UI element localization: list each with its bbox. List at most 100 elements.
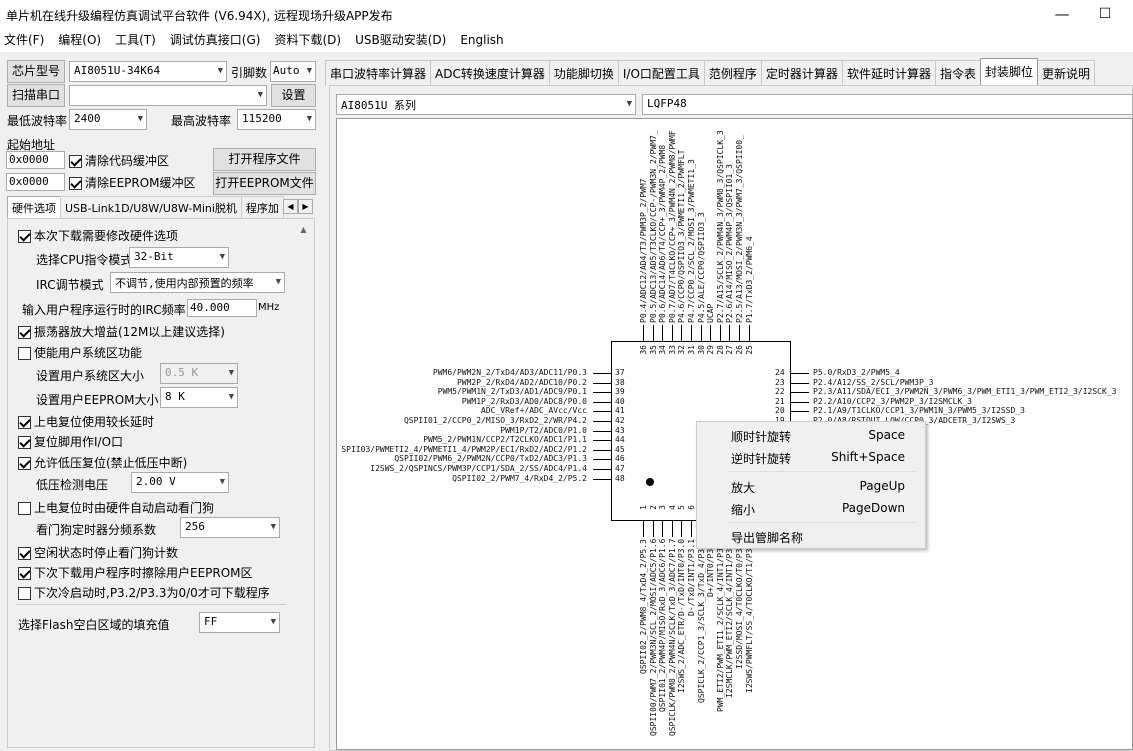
tab-timer-calculator[interactable]: 定时器计算器: [760, 60, 843, 86]
tab-io-config[interactable]: I/O口配置工具: [617, 60, 705, 86]
option-user-system-area[interactable]: 使能用户系统区功能: [18, 344, 142, 361]
option-label: 下次冷启动时,P3.2/P3.3为0/0才可下载程序: [34, 586, 270, 600]
tab-delay-calculator[interactable]: 软件延时计算器: [841, 60, 936, 86]
open-program-button[interactable]: 打开程序文件: [213, 148, 316, 171]
settings-button[interactable]: 设置: [271, 84, 316, 107]
pin1-marker: [646, 478, 654, 486]
option-long-reset-delay[interactable]: 上电复位使用较长延时: [18, 413, 154, 430]
option-modify-hardware[interactable]: 本次下载需要修改硬件选项: [18, 227, 178, 244]
pin-lead: [791, 401, 809, 403]
pin-label: I2SWS_2/ADC_ETR/D-/TxD/INT0/P3.0: [677, 539, 687, 694]
menu-program[interactable]: 编程(O): [51, 30, 108, 50]
checkbox-icon[interactable]: [18, 587, 31, 600]
package-select[interactable]: LQFP48: [642, 94, 1133, 115]
min-baud-select[interactable]: 2400 ▼: [69, 109, 147, 130]
checkbox-icon[interactable]: [18, 326, 31, 339]
menu-bar: 文件(F) 编程(O) 工具(T) 调试仿真接口(G) 资料下载(D) USB驱动安装(D…: [0, 30, 1133, 52]
tab-baud-calculator[interactable]: 串口波特率计算器: [325, 60, 432, 86]
option-reset-pin-io[interactable]: 复位脚用作I/O口: [18, 433, 123, 450]
max-baud-select[interactable]: 115200 ▼: [237, 109, 316, 130]
fill-select[interactable]: FF ▼: [199, 612, 280, 633]
menu-debug[interactable]: 调试仿真接口(G): [163, 30, 268, 50]
pin-label: PWM_ETI2/PWM_ETI1_2/SCLK_4/INT1/P3.3: [715, 539, 725, 713]
checkbox-icon[interactable]: [18, 502, 31, 515]
sys-size-select[interactable]: 0.5 K ▼: [160, 363, 238, 384]
option-label: 下次下载用户程序时擦除用户EEPROM区: [34, 566, 253, 580]
tab-adc-calculator[interactable]: ADC转换速度计算器: [430, 60, 550, 86]
series-select[interactable]: AI8051U 系列 ▼: [336, 94, 636, 115]
checkbox-icon[interactable]: [18, 457, 31, 470]
option-auto-watchdog[interactable]: 上电复位时由硬件自动启动看门狗: [18, 499, 214, 516]
menu-zoom-out[interactable]: 缩小: [731, 501, 755, 518]
pin-number: 28: [715, 345, 725, 355]
checkbox-icon[interactable]: [69, 155, 82, 168]
eeprom-size-select[interactable]: 8 K ▼: [160, 387, 238, 408]
menu-rotate-cw[interactable]: 顺时针旋转: [731, 428, 791, 445]
menu-rotate-ccw[interactable]: 逆时针旋转: [731, 450, 791, 467]
tab-usb-link[interactable]: USB-Link1D/U8W/U8W-Mini脱机: [60, 196, 242, 219]
checkbox-icon[interactable]: [18, 230, 31, 243]
checkbox-icon[interactable]: [18, 347, 31, 360]
wdt-select[interactable]: 256 ▼: [180, 517, 280, 538]
checkbox-icon[interactable]: [18, 416, 31, 429]
maximize-button[interactable]: ☐: [1082, 0, 1128, 30]
left-tab-bar: 硬件选项 USB-Link1D/U8W/U8W-Mini脱机 程序加: [7, 196, 315, 219]
pin-label: P2.7/A15/SCLK_2/PWM4N_3/PWM8_3/QSPICLK_3: [715, 130, 725, 323]
cpu-mode-select[interactable]: 32-Bit ▼: [129, 247, 229, 268]
menu-usb-driver[interactable]: USB驱动安装(D): [348, 30, 453, 50]
chevron-left-icon[interactable]: ◀: [283, 199, 298, 214]
code-address-input[interactable]: 0x0000: [6, 151, 65, 169]
eeprom-address-input[interactable]: 0x0000: [6, 173, 65, 191]
menu-zoom-in[interactable]: 放大: [731, 479, 755, 496]
menu-english[interactable]: English: [453, 30, 510, 50]
minimize-button[interactable]: —: [1039, 0, 1085, 30]
pins-select[interactable]: Auto ▼: [270, 61, 316, 82]
chevron-up-icon[interactable]: ▲: [295, 225, 312, 234]
open-eeprom-button[interactable]: 打开EEPROM文件: [213, 172, 316, 195]
pin-label: QSPII02_2/PWM7_4/RxD4_2/P5.2: [452, 473, 587, 483]
menu-download[interactable]: 资料下载(D): [267, 30, 348, 50]
chip-type-label: 芯片型号: [7, 60, 65, 83]
option-cold-start-p32-p33[interactable]: 下次冷启动时,P3.2/P3.3为0/0才可下载程序: [18, 584, 270, 601]
pin-number: 46: [615, 454, 625, 464]
chip-type-select[interactable]: AI8051U-34K64 ▼: [69, 61, 227, 82]
tab-package-pins[interactable]: 封装脚位: [979, 58, 1038, 86]
checkbox-icon[interactable]: [18, 567, 31, 580]
checkbox-icon[interactable]: [18, 436, 31, 449]
pin-lead: [593, 373, 611, 374]
checkbox-icon[interactable]: [69, 177, 82, 190]
tab-release-notes[interactable]: 更新说明: [1036, 60, 1095, 86]
tab-hardware-options[interactable]: 硬件选项: [7, 196, 61, 219]
menu-tools[interactable]: 工具(T): [108, 30, 163, 50]
clear-code-option[interactable]: 清除代码缓冲区: [69, 152, 169, 169]
chevron-down-icon: ▼: [270, 617, 276, 627]
menu-file[interactable]: 文件(F): [0, 30, 51, 50]
tab-examples[interactable]: 范例程序: [703, 60, 762, 86]
option-low-voltage-reset[interactable]: 允许低压复位(禁止低压中断): [18, 454, 187, 471]
tab-pin-switch[interactable]: 功能脚切换: [548, 60, 619, 86]
options-scrollbar[interactable]: ▲: [295, 225, 312, 605]
option-idle-stop-watchdog[interactable]: 空闲状态时停止看门狗计数: [18, 544, 178, 561]
checkbox-icon[interactable]: [18, 547, 31, 560]
irc-freq-input[interactable]: 40.000: [187, 299, 257, 317]
tab-instruction-table[interactable]: 指令表: [934, 60, 981, 86]
port-select[interactable]: ▼: [69, 85, 267, 106]
tab-scroll: ◀ ▶: [283, 198, 315, 214]
menu-export-pin-names[interactable]: 导出管脚名称: [731, 529, 803, 546]
option-label: 上电复位时由硬件自动启动看门狗: [34, 501, 215, 515]
option-label: 复位脚用作I/O口: [34, 435, 124, 449]
pin-lead: [593, 382, 611, 384]
irc-freq-label: 输入用户程序运行时的IRC频率: [22, 303, 186, 317]
irc-mode-select[interactable]: 不调节,使用内部预置的频率 ▼: [110, 272, 285, 293]
scan-port-button[interactable]: 扫描串口: [7, 84, 65, 107]
lvd-select[interactable]: 2.00 V ▼: [131, 472, 229, 493]
option-osc-gain[interactable]: 振荡器放大增益(12M以上建议选择): [18, 323, 225, 340]
chip-type-value: AI8051U-34K64: [74, 64, 161, 77]
pin-number: 34: [658, 345, 668, 355]
chevron-down-icon: ▼: [228, 368, 234, 378]
chevron-right-icon[interactable]: ▶: [298, 199, 313, 214]
clear-eeprom-option[interactable]: 清除EEPROM缓冲区: [69, 174, 196, 191]
pin-label: QSPICLK_2/CCP1_3/SCLK_3/TxD_4/P3.2: [696, 539, 706, 703]
tab-program-add[interactable]: 程序加: [240, 196, 284, 219]
option-erase-eeprom[interactable]: 下次下载用户程序时擦除用户EEPROM区: [18, 564, 253, 581]
